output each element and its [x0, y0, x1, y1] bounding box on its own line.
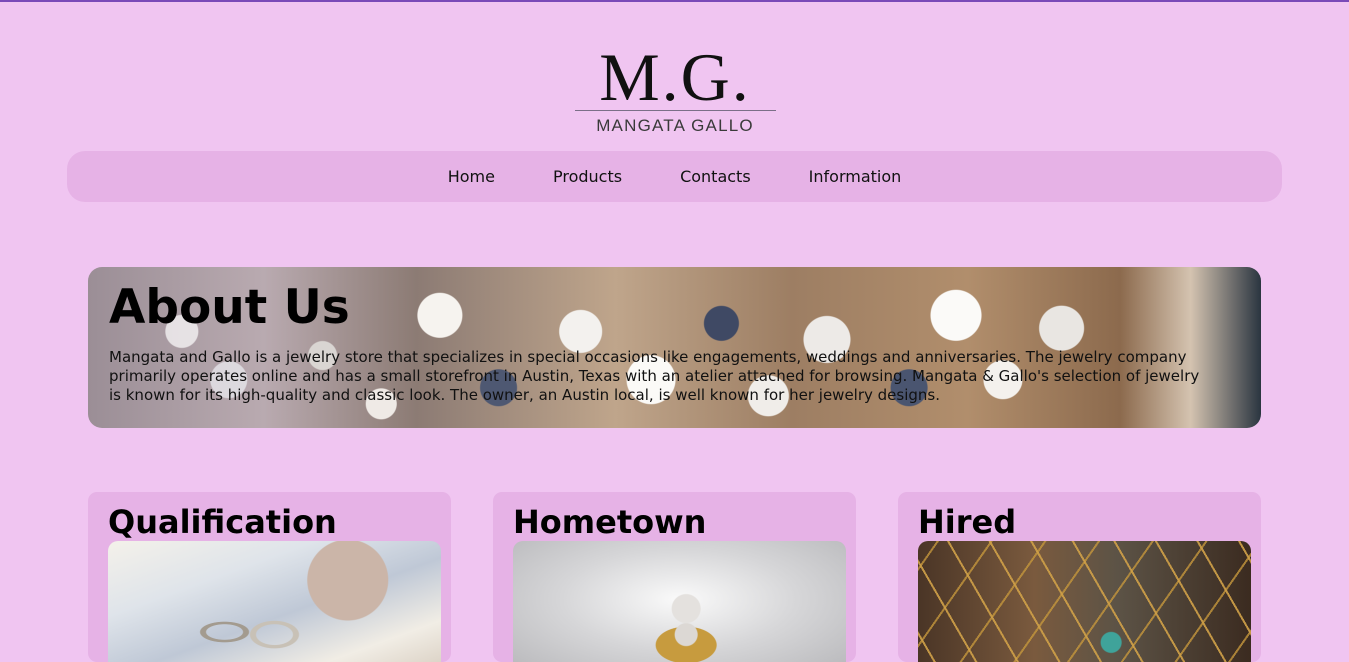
gold-ring-image — [513, 541, 846, 662]
logo-mark: M.G. — [599, 39, 751, 115]
card-qualification: Qualification — [88, 492, 451, 662]
about-content: About Us Mangata and Gallo is a jewelry … — [109, 281, 1201, 405]
logo-subtitle: MANGATA GALLO — [596, 116, 754, 135]
card-title-qualification: Qualification — [108, 503, 337, 541]
nav-link-products[interactable]: Products — [553, 167, 622, 186]
card-hometown: Hometown — [493, 492, 856, 662]
about-description: Mangata and Gallo is a jewelry store tha… — [109, 348, 1200, 404]
card-hired: Hired — [898, 492, 1261, 662]
main-nav: Home Products Contacts Information — [67, 151, 1282, 202]
nav-link-home[interactable]: Home — [448, 167, 495, 186]
necklace-image — [918, 541, 1251, 662]
about-hero: About Us Mangata and Gallo is a jewelry … — [88, 267, 1261, 428]
card-title-hired: Hired — [918, 503, 1017, 541]
nav-link-contacts[interactable]: Contacts — [680, 167, 751, 186]
nav-link-information[interactable]: Information — [809, 167, 902, 186]
card-title-hometown: Hometown — [513, 503, 707, 541]
brand-logo[interactable]: M.G. MANGATA GALLO — [574, 39, 776, 140]
about-title: About Us — [109, 280, 350, 335]
wedding-rings-image — [108, 541, 441, 662]
